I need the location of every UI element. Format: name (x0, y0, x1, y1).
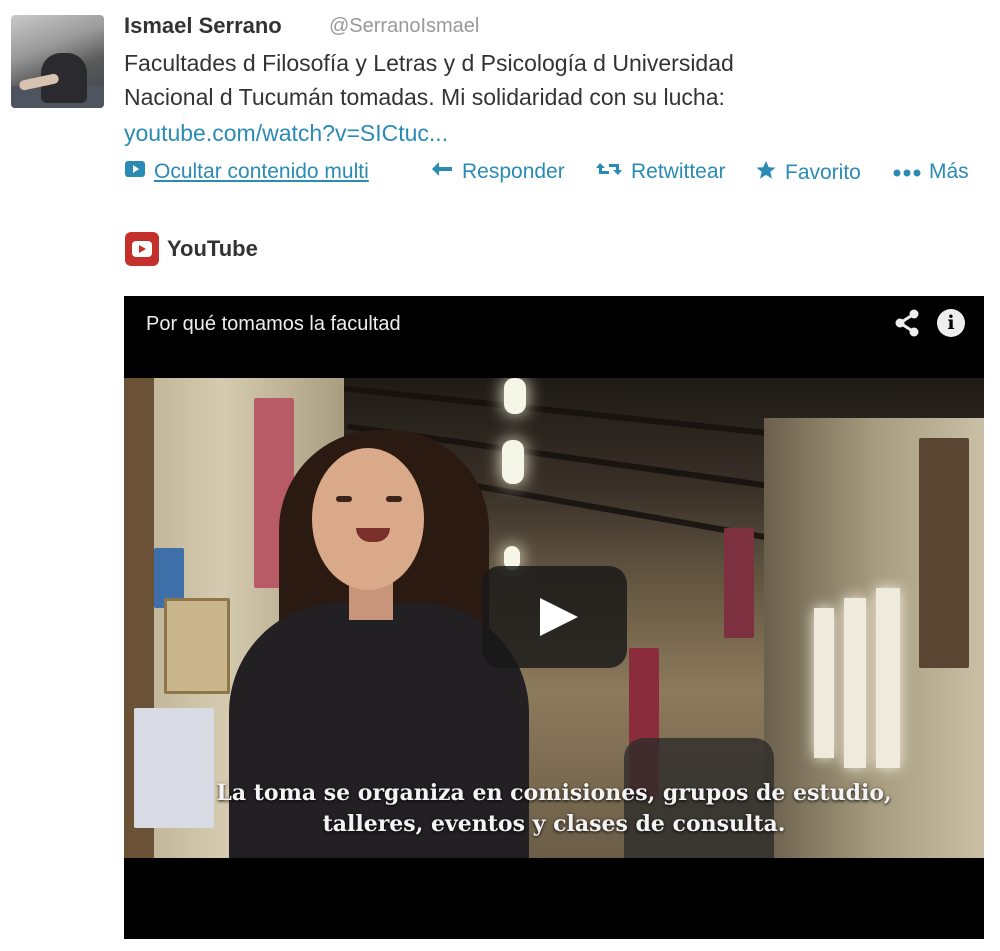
subtitle-line-2: talleres, eventos y clases de consulta. (322, 811, 786, 837)
video-banner (724, 528, 754, 638)
retweet-button[interactable]: Retwittear (595, 160, 726, 184)
video-person-eye (386, 496, 402, 502)
more-button[interactable]: Más (893, 160, 969, 184)
video-person-face (312, 448, 424, 590)
video-title[interactable]: Por qué tomamos la facultad (146, 313, 401, 336)
media-icon (124, 160, 146, 184)
subtitle-line-1: La toma se organiza en comisiones, grupo… (216, 780, 892, 806)
reply-label: Responder (462, 160, 565, 183)
hide-media-label: Ocultar contenido multi (154, 160, 369, 183)
video-player[interactable]: Por qué tomamos la facultad i La toma se… (124, 296, 984, 939)
star-icon (755, 160, 777, 186)
retweet-icon (595, 160, 623, 184)
media-provider-label: YouTube (167, 236, 258, 261)
video-person-eye (336, 496, 352, 502)
author-handle[interactable]: @SerranoIsmael (329, 15, 479, 38)
video-door (919, 438, 969, 668)
info-icon[interactable]: i (937, 309, 965, 337)
avatar[interactable] (11, 15, 104, 108)
hide-media-button[interactable]: Ocultar contenido multi (124, 160, 402, 184)
tweet-link[interactable]: youtube.com/watch?v=SICtuc... (124, 116, 448, 150)
video-ceiling-light (504, 378, 526, 414)
video-poster (164, 598, 230, 694)
media-provider: YouTube (125, 232, 258, 266)
video-window (876, 588, 900, 768)
tweet-text: Facultades d Filosofía y Letras y d Psic… (124, 46, 884, 114)
author-name[interactable]: Ismael Serrano (124, 13, 282, 39)
retweet-label: Retwittear (631, 160, 726, 183)
video-ceiling-light (502, 440, 524, 484)
reply-button[interactable]: Responder (430, 160, 565, 184)
favorite-label: Favorito (785, 161, 861, 184)
video-subtitles: La toma se organiza en comisiones, grupo… (124, 778, 984, 840)
video-bottom-bar (124, 858, 984, 939)
share-icon[interactable] (892, 308, 922, 338)
video-window (844, 598, 866, 768)
reply-icon (430, 160, 454, 184)
more-dots-icon (893, 160, 921, 184)
video-window (814, 608, 834, 758)
tweet-text-line-1: Facultades d Filosofía y Letras y d Psic… (124, 50, 734, 76)
tweet-actions: Ocultar contenido multi Responder Retwit… (0, 160, 1000, 190)
play-button[interactable] (482, 566, 627, 668)
youtube-logo-icon (125, 232, 159, 266)
play-icon (540, 598, 578, 636)
favorite-button[interactable]: Favorito (755, 160, 861, 186)
more-label: Más (929, 160, 969, 183)
tweet-text-line-2: Nacional d Tucumán tomadas. Mi solidarid… (124, 84, 725, 110)
